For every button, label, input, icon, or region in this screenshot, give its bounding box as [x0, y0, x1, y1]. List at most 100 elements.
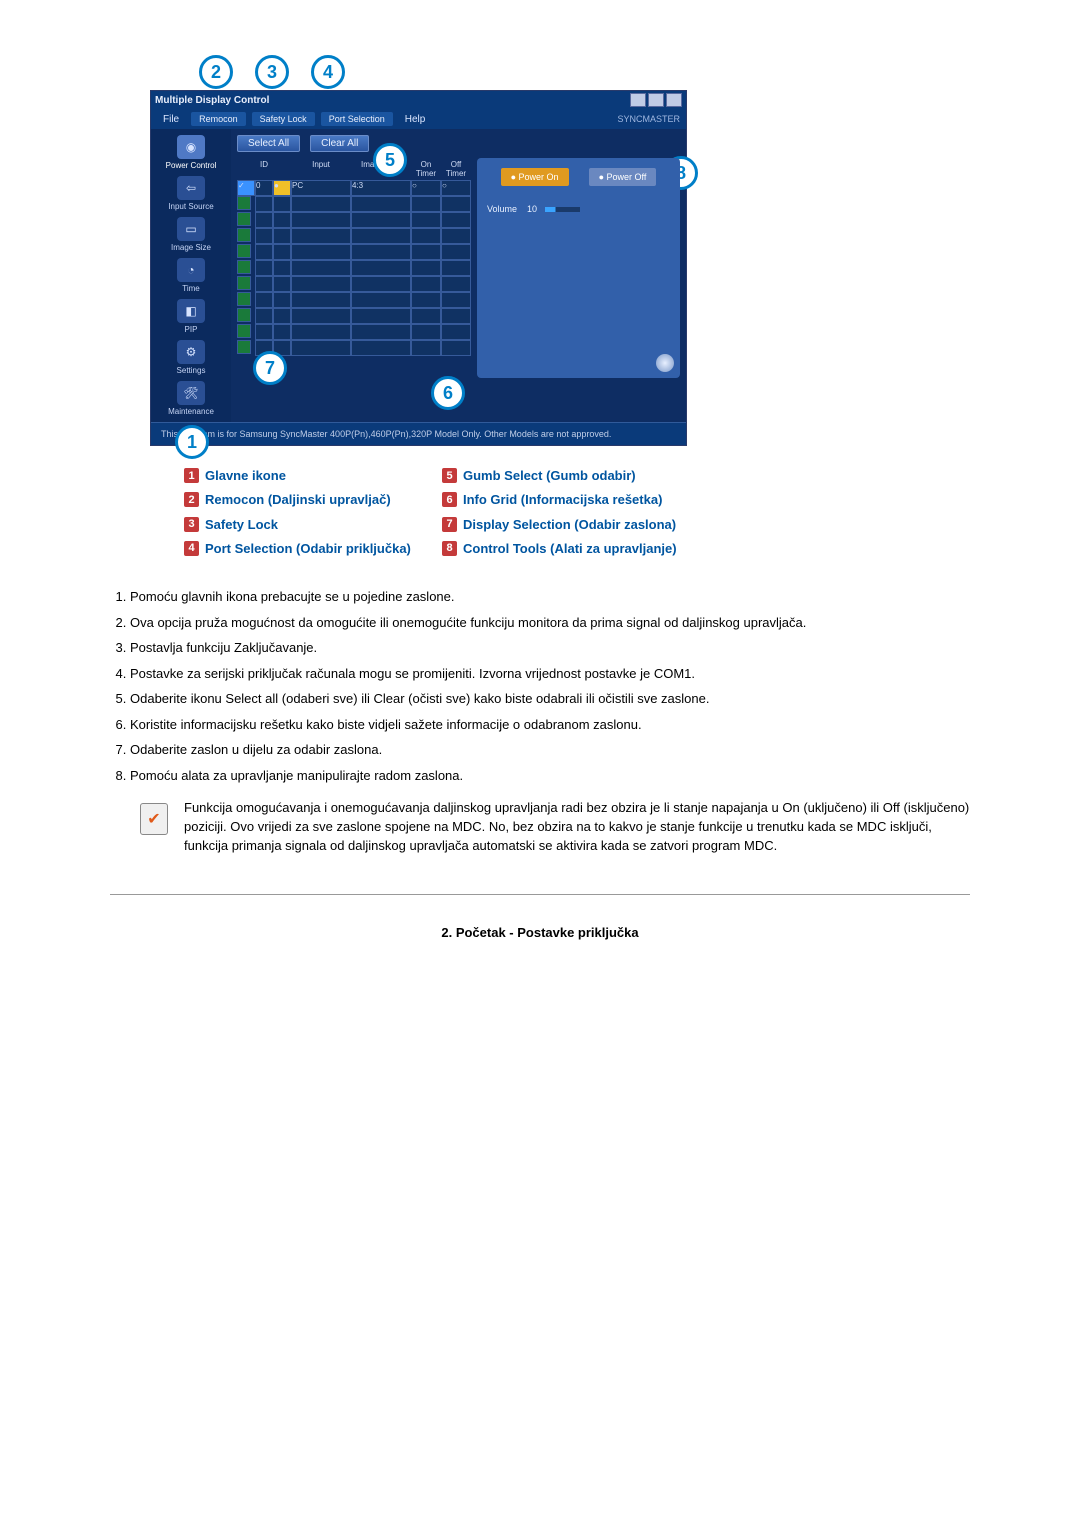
info-grid: ID Input Image Size On Timer Off Timer ✓… [237, 158, 467, 378]
input-icon: ⇦ [177, 176, 205, 200]
legend-text: Gumb Select (Gumb odabir) [463, 468, 636, 484]
menu-help[interactable]: Help [399, 112, 432, 127]
grid-cell-status: ● [273, 180, 291, 196]
grid-header-row: ID Input Image Size On Timer Off Timer [237, 158, 467, 180]
separator [110, 894, 970, 895]
grid-cell-ontimer: ○ [411, 180, 441, 196]
note-text: Funkcija omogućavanja i onemogućavanja d… [184, 799, 970, 856]
settings-icon: ⚙ [177, 340, 205, 364]
brand-label: SYNCMASTER [617, 114, 680, 124]
minimize-icon[interactable] [630, 93, 646, 107]
legend-text: Port Selection (Odabir priključka) [205, 541, 411, 557]
explanation-list: Pomoću glavnih ikona prebacujte se u poj… [110, 587, 970, 785]
sidebar-item-label: Power Control [160, 161, 222, 170]
sidebar-item-maintenance[interactable]: 🛠 Maintenance [160, 381, 222, 416]
maximize-icon[interactable] [648, 93, 664, 107]
legend: 1 Glavne ikone 5 Gumb Select (Gumb odabi… [184, 468, 970, 557]
display-selection-row[interactable] [237, 260, 467, 276]
window-controls [630, 93, 682, 107]
menu-remocon[interactable]: Remocon [191, 112, 246, 126]
legend-item-4: 4 Port Selection (Odabir priključka) [184, 541, 434, 557]
menu-file[interactable]: File [157, 112, 185, 127]
power-on-button[interactable]: ● Power On [501, 168, 569, 186]
legend-text: Safety Lock [205, 517, 278, 533]
grid-cell-imagesize: 4:3 [351, 180, 411, 196]
grid-header-input: Input [291, 158, 351, 180]
legend-text: Control Tools (Alati za upravljanje) [463, 541, 677, 557]
app-footer-note: This Program is for Samsung SyncMaster 4… [151, 422, 686, 445]
menu-safety-lock[interactable]: Safety Lock [252, 112, 315, 126]
display-selection-row[interactable] [237, 276, 467, 292]
power-off-button[interactable]: ● Power Off [589, 168, 657, 186]
callout-1: 1 [175, 425, 209, 459]
legend-text: Glavne ikone [205, 468, 286, 484]
legend-text: Info Grid (Informacijska rešetka) [463, 492, 662, 508]
legend-item-1: 1 Glavne ikone [184, 468, 434, 484]
grid-header-chk [237, 158, 255, 180]
menu-port-selection[interactable]: Port Selection [321, 112, 393, 126]
grid-header-id: ID [255, 158, 273, 180]
sidebar-item-label: Settings [160, 366, 222, 375]
display-selection-row[interactable] [237, 308, 467, 324]
power-off-label: Power Off [607, 172, 647, 182]
note-row: ✔ Funkcija omogućavanja i onemogućavanja… [110, 799, 970, 876]
grid-cell-offtimer: ○ [441, 180, 471, 196]
display-selection-row[interactable] [237, 292, 467, 308]
legend-number: 4 [184, 541, 199, 556]
sidebar-item-pip[interactable]: ◧ PIP [160, 299, 222, 334]
legend-number: 1 [184, 468, 199, 483]
sidebar-item-power[interactable]: ◉ Power Control [160, 135, 222, 170]
legend-number: 8 [442, 541, 457, 556]
scroll-knob[interactable] [656, 354, 674, 372]
legend-item-5: 5 Gumb Select (Gumb odabir) [442, 468, 722, 484]
sidebar-item-label: Input Source [160, 202, 222, 211]
close-icon[interactable] [666, 93, 682, 107]
power-on-label: Power On [519, 172, 559, 182]
grid-header-offtimer: Off Timer [441, 158, 471, 180]
explanation-item: Postavlja funkciju Zaključavanje. [130, 638, 970, 658]
sidebar-item-label: Image Size [160, 243, 222, 252]
display-selection-row[interactable] [237, 212, 467, 228]
callout-7: 7 [253, 351, 287, 385]
callout-5: 5 [373, 143, 407, 177]
volume-value: 10 [527, 204, 537, 214]
display-selection-row[interactable] [237, 324, 467, 340]
legend-text: Remocon (Daljinski upravljač) [205, 492, 391, 508]
sidebar-item-settings[interactable]: ⚙ Settings [160, 340, 222, 375]
display-selection-row[interactable] [237, 244, 467, 260]
explanation-item: Pomoću alata za upravljanje manipulirajt… [130, 766, 970, 786]
volume-control: Volume 10 [487, 204, 670, 214]
sidebar-item-imagesize[interactable]: ▭ Image Size [160, 217, 222, 252]
grid-header-ontimer: On Timer [411, 158, 441, 180]
grid-cell-id: 0 [255, 180, 273, 196]
clear-all-button[interactable]: Clear All [310, 135, 369, 152]
control-tools-panel: ● Power On ● Power Off Volume 10 [477, 158, 680, 378]
legend-number: 3 [184, 517, 199, 532]
legend-number: 6 [442, 492, 457, 507]
sidebar-item-label: PIP [160, 325, 222, 334]
callout-2: 2 [199, 55, 233, 89]
display-selection-row[interactable] [237, 228, 467, 244]
volume-slider[interactable] [545, 207, 580, 212]
note-icon: ✔ [140, 803, 168, 835]
pip-icon: ◧ [177, 299, 205, 323]
legend-number: 2 [184, 492, 199, 507]
selection-toolbar: Select All Clear All [237, 135, 680, 152]
sidebar-item-label: Time [160, 284, 222, 293]
grid-cell-chk: ✓ [237, 180, 255, 196]
sidebar-item-input[interactable]: ⇦ Input Source [160, 176, 222, 211]
explanation-item: Odaberite zaslon u dijelu za odabir zasl… [130, 740, 970, 760]
explanation-item: Koristite informacijsku rešetku kako bis… [130, 715, 970, 735]
sidebar-item-time[interactable]: ◔ Time [160, 258, 222, 293]
explanation-item: Pomoću glavnih ikona prebacujte se u poj… [130, 587, 970, 607]
callout-4: 4 [311, 55, 345, 89]
menubar: File Remocon Safety Lock Port Selection … [151, 109, 686, 129]
grid-header-x [273, 158, 291, 180]
window-titlebar: Multiple Display Control [151, 91, 686, 109]
grid-row[interactable]: ✓ 0 ● PC 4:3 ○ ○ [237, 180, 467, 196]
display-selection-row[interactable] [237, 196, 467, 212]
legend-item-7: 7 Display Selection (Odabir zaslona) [442, 517, 722, 533]
power-icon: ◉ [177, 135, 205, 159]
select-all-button[interactable]: Select All [237, 135, 300, 152]
explanation-item: Odaberite ikonu Select all (odaberi sve)… [130, 689, 970, 709]
